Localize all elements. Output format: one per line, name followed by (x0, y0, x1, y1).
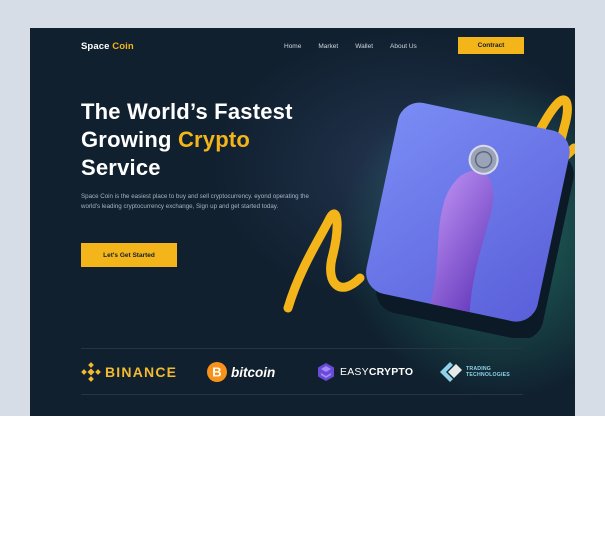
hero-title-line3: Service (81, 155, 161, 180)
brand-name-accent: Coin (112, 41, 134, 52)
partner-trading-technologies[interactable]: TRADING TECHNOLOGIES (440, 360, 510, 384)
trading-technologies-icon (440, 362, 462, 382)
contract-button[interactable]: Contract (458, 37, 524, 54)
partner-binance[interactable]: BINANCE (81, 360, 177, 384)
easycrypto-icon (318, 363, 334, 381)
brand-name-primary: Space (81, 41, 110, 52)
hero-title-line2: Growing (81, 127, 172, 152)
main-nav: Home Market Wallet About Us (284, 43, 434, 50)
bitcoin-icon: B (207, 362, 227, 382)
yellow-squiggle-left (283, 209, 365, 313)
hero-title-line1: The World’s Fastest (81, 99, 293, 124)
trading-line2: TECHNOLOGIES (466, 372, 510, 378)
hero-illustration (283, 95, 575, 338)
partners-strip: BINANCE B bitcoin EASYCRYPTO TRADING TECH… (81, 360, 523, 384)
binance-wordmark: BINANCE (105, 364, 178, 380)
nav-item-about-us[interactable]: About Us (390, 43, 417, 50)
brand-logo[interactable]: Space Coin (81, 41, 134, 52)
partner-bitcoin[interactable]: B bitcoin (207, 360, 275, 384)
hero-title-accent: Crypto (177, 127, 251, 152)
svg-text:B: B (212, 365, 221, 380)
bitcoin-wordmark: bitcoin (231, 364, 276, 380)
easycrypto-wordmark-bold: CRYPTO (368, 366, 414, 378)
easycrypto-wordmark-plain: EASY (340, 366, 369, 378)
nav-item-wallet[interactable]: Wallet (355, 43, 373, 50)
trading-technologies-wordmark: TRADING TECHNOLOGIES (466, 366, 510, 378)
get-started-button[interactable]: Let's Get Started (81, 243, 177, 267)
partners-divider-bottom (81, 394, 523, 395)
binance-icon (81, 362, 101, 382)
partners-divider-top (81, 348, 523, 349)
nav-item-home[interactable]: Home (284, 43, 301, 50)
partner-easycrypto[interactable]: EASYCRYPTO (317, 360, 413, 384)
nav-item-market[interactable]: Market (318, 43, 338, 50)
easycrypto-wordmark: EASYCRYPTO (340, 366, 413, 378)
landing-page-frame: Space Coin Home Market Wallet About Us C… (30, 28, 575, 416)
